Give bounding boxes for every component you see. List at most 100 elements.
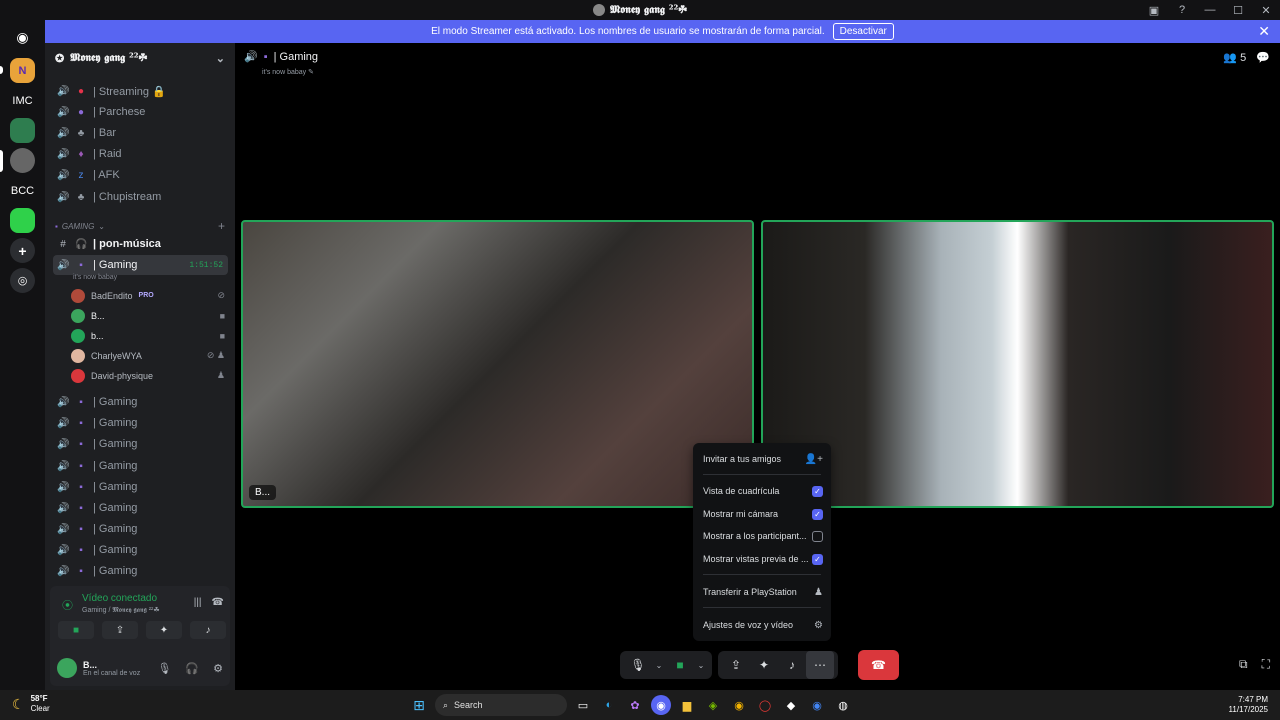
disable-streamer-button[interactable]: Desactivar (832, 23, 894, 40)
checkbox-checked[interactable]: ✓ (812, 508, 823, 520)
edge-icon[interactable]: ◐ (599, 695, 619, 715)
noise-suppression-icon[interactable]: ||| (194, 597, 202, 608)
chrome-icon[interactable]: ◉ (729, 695, 749, 715)
chevron-down-icon[interactable]: ⌄ (652, 651, 666, 679)
screen-share-button[interactable]: ⇪ (102, 621, 138, 639)
chrome-alt-icon[interactable]: ◉ (807, 695, 827, 715)
server-icon-lime[interactable] (10, 208, 35, 233)
avatar[interactable] (57, 658, 77, 678)
menu-item-show-camera[interactable]: Mostrar mi cámara ✓ (703, 506, 823, 522)
voice-channel-gaming[interactable]: 🔊 ▪ | Gaming (53, 498, 228, 518)
disconnect-button[interactable]: ☎ (858, 650, 899, 680)
avatar (71, 348, 85, 363)
checkbox-checked[interactable]: ✓ (812, 485, 823, 497)
checkbox-unchecked[interactable] (812, 530, 823, 542)
moon-icon: ☾ (12, 695, 25, 712)
pencil-icon[interactable]: ✎ (308, 69, 314, 76)
menu-item-show-participants[interactable]: Mostrar a los participant... (703, 528, 823, 544)
server-icon-imc[interactable]: IMC (10, 88, 35, 113)
member-list-button[interactable]: 👥 5 (1223, 51, 1246, 64)
voice-channel-streaming[interactable]: 🔊 ● | Streaming 🔒 (53, 81, 228, 101)
voice-channel-afk[interactable]: 🔊 z | AFK (53, 165, 228, 185)
close-icon[interactable]: ✕ (1258, 23, 1270, 40)
camera-icon[interactable]: ■ (666, 651, 694, 679)
soundboard-icon[interactable]: ♪ (778, 651, 806, 679)
voice-channel-gaming[interactable]: 🔊 ▪ | Gaming (53, 561, 228, 581)
menu-item-grid-view[interactable]: Vista de cuadrícula ✓ (703, 483, 823, 499)
maximize-button[interactable]: ☐ (1224, 0, 1252, 20)
mic-icon[interactable]: 🎙 (624, 651, 652, 679)
playstation-icon: ♟ (216, 370, 225, 380)
voice-channel-gaming[interactable]: 🔊 ▪ | Gaming (53, 413, 228, 433)
voice-channel-gaming[interactable]: 🔊 ▪ | Gaming (53, 519, 228, 539)
copilot-icon[interactable]: ✿ (625, 695, 645, 715)
voice-channel-chupistream[interactable]: 🔊 ♣ | Chupistream (53, 187, 228, 207)
voice-channel-bar[interactable]: 🔊 ♣ | Bar (53, 123, 228, 143)
call-options-menu: Invitar a tus amigos 👤+ Vista de cuadríc… (693, 443, 831, 641)
voice-user[interactable]: B... ■ (71, 306, 228, 325)
mic-icon[interactable]: 🎙 (157, 662, 171, 675)
voice-channel-gaming[interactable]: 🔊 ▪ | Gaming (53, 434, 228, 454)
chat-icon[interactable]: 💬 (1256, 51, 1270, 64)
voice-user[interactable]: BadEndito PRO ⊘ (71, 286, 228, 305)
checkbox-checked[interactable]: ✓ (812, 553, 823, 565)
gear-icon[interactable]: ⚙ (213, 662, 223, 675)
voice-channel-gaming[interactable]: 🔊 ▪ | Gaming (53, 392, 228, 412)
camera-button[interactable]: ■ (58, 621, 94, 639)
minimize-button[interactable]: — (1196, 0, 1224, 20)
chevron-down-icon[interactable]: ⌄ (694, 651, 708, 679)
system-clock[interactable]: 7:47 PM 11/17/2025 (1229, 695, 1268, 715)
video-tile[interactable]: B... (241, 220, 754, 508)
task-view-icon[interactable]: ▭ (573, 695, 593, 715)
server-icon-bcc[interactable]: BCC (10, 178, 35, 203)
activities-button[interactable]: ✦ (146, 621, 182, 639)
add-server-icon[interactable]: + (10, 238, 35, 263)
menu-item-playstation[interactable]: Transferir a PlayStation ♟ (703, 584, 823, 600)
text-channel-pon-musica[interactable]: # 🎧 | pon-música (53, 234, 228, 254)
steam-icon[interactable]: ◍ (833, 695, 853, 715)
opera-icon[interactable]: ◯ (755, 695, 775, 715)
close-window-button[interactable]: ✕ (1252, 0, 1280, 20)
help-icon[interactable]: ? (1168, 0, 1196, 20)
menu-item-invite[interactable]: Invitar a tus amigos 👤+ (703, 451, 823, 467)
voice-user[interactable]: David-physique ♟ (71, 366, 228, 385)
category-gaming[interactable]: ▪ GAMING ⌄ + (55, 219, 230, 233)
weather-widget[interactable]: ☾ 58°F Clear (12, 694, 50, 714)
more-options-icon[interactable]: ⋯ (806, 651, 834, 679)
discord-icon[interactable]: ◉ (651, 695, 671, 715)
voice-channel-gaming[interactable]: 🔊 ▪ | Gaming (53, 477, 228, 497)
server-icon-n[interactable]: N (10, 58, 35, 83)
popout-icon[interactable]: ⧉ (1239, 657, 1248, 672)
voice-channel-gaming[interactable]: 🔊 ▪ | Gaming (53, 456, 228, 476)
voice-channel-raid[interactable]: 🔊 ♦ | Raid (53, 144, 228, 164)
discord-home-icon[interactable]: ◉ (10, 25, 35, 50)
activities-icon[interactable]: ✦ (750, 651, 778, 679)
voice-channel-gaming[interactable]: 🔊 ▪ | Gaming (53, 540, 228, 560)
voice-user[interactable]: CharlyeWYA ⊘ ♟ (71, 346, 228, 365)
voice-channel-parchese[interactable]: 🔊 ● | Parchese (53, 102, 228, 122)
camera-icon: ■ (219, 310, 225, 321)
tile-username: B... (249, 485, 277, 500)
search-icon: ⌕ (443, 699, 449, 710)
add-channel-icon[interactable]: + (218, 219, 225, 233)
soundboard-button[interactable]: ♪ (190, 621, 226, 639)
menu-item-av-settings[interactable]: Ajustes de voz y vídeo ⚙ (703, 617, 823, 633)
menu-item-show-previews[interactable]: Mostrar vistas previa de ... ✓ (703, 551, 823, 567)
taskbar-search[interactable]: ⌕ Search (435, 694, 567, 716)
app-icon[interactable]: ◆ (781, 695, 801, 715)
server-icon-green[interactable] (10, 118, 35, 143)
voice-channel-gaming-active[interactable]: 🔊 ▪ | Gaming 1:51:52 (53, 255, 228, 275)
file-explorer-icon[interactable]: ▆ (677, 695, 697, 715)
explore-icon[interactable]: ◎ (10, 268, 35, 293)
server-icon-money-gang[interactable] (10, 148, 35, 173)
disconnect-icon[interactable]: ☎ (212, 597, 224, 608)
voice-user[interactable]: b... ■ (71, 326, 228, 345)
nvidia-icon[interactable]: ◈ (703, 695, 723, 715)
server-header[interactable]: ✪ 𝕸𝖔𝖓𝖊𝖞 𝖌𝖆𝖓𝖌 ²²☘ ⌄ (45, 43, 235, 73)
windows-start-icon[interactable]: ⊞ (409, 695, 429, 715)
headphones-icon[interactable]: 🎧 (185, 662, 199, 675)
inbox-icon[interactable]: ▣ (1140, 0, 1168, 20)
screen-share-icon[interactable]: ⇪ (722, 651, 750, 679)
video-tile[interactable] (761, 220, 1274, 508)
fullscreen-icon[interactable]: ⛶ (1262, 657, 1270, 672)
